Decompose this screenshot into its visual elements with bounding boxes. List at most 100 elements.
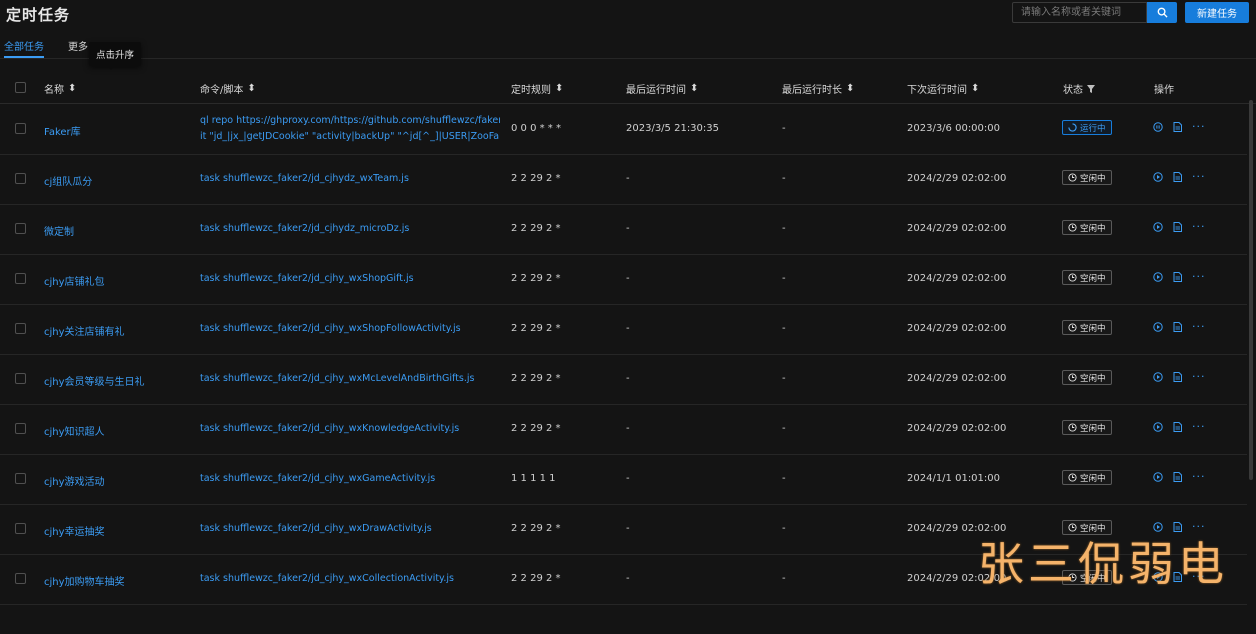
status-badge: 空闲中 — [1062, 420, 1112, 435]
run-icon[interactable] — [1153, 472, 1163, 482]
column-last-run[interactable]: 最后运行时间 ⬍ — [626, 81, 698, 96]
next-run-text: 2024/2/29 02:02:00 — [907, 323, 1007, 334]
log-icon[interactable] — [1173, 372, 1182, 382]
run-icon[interactable] — [1153, 172, 1163, 182]
command-text[interactable]: task shufflewzc_faker2/jd_cjhy_wxMcLevel… — [200, 373, 474, 384]
more-icon[interactable]: ··· — [1192, 221, 1206, 232]
clock-icon — [1068, 373, 1077, 382]
task-name-link[interactable]: cjhy幸运抽奖 — [44, 523, 105, 538]
search-button[interactable] — [1147, 2, 1177, 23]
last-duration-text: - — [782, 573, 786, 584]
log-icon[interactable] — [1173, 322, 1182, 332]
last-run-text: - — [626, 223, 630, 234]
task-name-link[interactable]: cjhy会员等级与生日礼 — [44, 373, 145, 388]
row-checkbox[interactable] — [15, 473, 26, 484]
filter-icon[interactable] — [1087, 84, 1095, 93]
status-badge: 运行中 — [1062, 120, 1112, 135]
more-icon[interactable]: ··· — [1192, 171, 1206, 182]
task-name-link[interactable]: cjhy店铺礼包 — [44, 273, 105, 288]
more-icon[interactable]: ··· — [1192, 271, 1206, 282]
row-checkbox[interactable] — [15, 323, 26, 334]
status-badge: 空闲中 — [1062, 370, 1112, 385]
run-icon[interactable] — [1153, 322, 1163, 332]
sort-icon: ⬍ — [555, 83, 564, 94]
last-run-text: - — [626, 523, 630, 534]
row-checkbox[interactable] — [15, 273, 26, 284]
log-icon[interactable] — [1173, 472, 1182, 482]
command-text[interactable]: task shufflewzc_faker2/jd_cjhydz_microDz… — [200, 223, 409, 234]
row-checkbox[interactable] — [15, 423, 26, 434]
last-run-text: - — [626, 473, 630, 484]
table-row: Faker库 ql repo https://ghproxy.com/https… — [0, 104, 1247, 155]
log-icon[interactable] — [1173, 172, 1182, 182]
new-task-button[interactable]: 新建任务 — [1185, 2, 1249, 23]
status-badge: 空闲中 — [1062, 270, 1112, 285]
run-icon[interactable] — [1153, 272, 1163, 282]
tab-all-tasks[interactable]: 全部任务 — [4, 38, 44, 53]
more-icon[interactable]: ··· — [1192, 421, 1206, 432]
command-text[interactable]: task shufflewzc_faker2/jd_cjhy_wxKnowled… — [200, 423, 459, 434]
row-checkbox[interactable] — [15, 573, 26, 584]
command-text[interactable]: task shufflewzc_faker2/jd_cjhy_wxCollect… — [200, 573, 454, 584]
next-run-text: 2024/2/29 02:02:00 — [907, 273, 1007, 284]
next-run-text: 2024/2/29 02:02:00 — [907, 373, 1007, 384]
task-name-link[interactable]: cjhy游戏活动 — [44, 473, 105, 488]
command-text[interactable]: task shufflewzc_faker2/jd_cjhy_wxShopGif… — [200, 273, 414, 284]
clock-icon — [1068, 323, 1077, 332]
column-command[interactable]: 命令/脚本 ⬍ — [200, 81, 256, 96]
run-icon[interactable] — [1153, 422, 1163, 432]
status-label: 运行中 — [1080, 123, 1106, 134]
table-header: 名称 ⬍ 命令/脚本 ⬍ 定时规则 ⬍ 最后运行时间 ⬍ 最后运行时长 ⬍ 下次运行时间 ⬍… — [0, 73, 1256, 104]
more-icon[interactable]: ··· — [1192, 371, 1206, 382]
row-actions: ··· — [1153, 221, 1206, 232]
sort-icon: ⬍ — [971, 83, 980, 94]
page-title: 定时任务 — [6, 6, 71, 24]
task-name-link[interactable]: cj组队瓜分 — [44, 173, 92, 188]
log-icon[interactable] — [1173, 122, 1182, 132]
column-schedule[interactable]: 定时规则 ⬍ — [511, 81, 563, 96]
column-next-run-label: 下次运行时间 — [907, 85, 967, 96]
command-text[interactable]: task shufflewzc_faker2/jd_cjhy_wxDrawAct… — [200, 523, 432, 534]
row-checkbox[interactable] — [15, 173, 26, 184]
column-last-duration[interactable]: 最后运行时长 ⬍ — [782, 81, 854, 96]
task-name-link[interactable]: Faker库 — [44, 123, 81, 138]
command-text[interactable]: task shufflewzc_faker2/jd_cjhydz_wxTeam.… — [200, 173, 409, 184]
row-checkbox[interactable] — [15, 373, 26, 384]
page-header: 定时任务 新建任务 — [0, 0, 1256, 30]
task-name-link[interactable]: cjhy关注店铺有礼 — [44, 323, 125, 338]
task-name-link[interactable]: cjhy加购物车抽奖 — [44, 573, 125, 588]
column-next-run[interactable]: 下次运行时间 ⬍ — [907, 81, 979, 96]
table-row: 微定制 task shufflewzc_faker2/jd_cjhydz_mic… — [0, 204, 1247, 255]
command-text[interactable]: task shufflewzc_faker2/jd_cjhy_wxShopFol… — [200, 323, 461, 334]
column-name[interactable]: 名称 ⬍ — [44, 81, 76, 96]
loading-icon — [1068, 123, 1077, 132]
row-checkbox[interactable] — [15, 223, 26, 234]
log-icon[interactable] — [1173, 422, 1182, 432]
search-input[interactable] — [1012, 2, 1147, 23]
clock-icon — [1068, 473, 1077, 482]
column-status[interactable]: 状态 — [1063, 81, 1095, 96]
run-icon[interactable] — [1153, 372, 1163, 382]
stop-icon[interactable] — [1153, 122, 1163, 132]
last-run-text: - — [626, 423, 630, 434]
command-text[interactable]: task shufflewzc_faker2/jd_cjhy_wxGameAct… — [200, 473, 435, 484]
select-all-checkbox[interactable] — [15, 82, 26, 93]
more-icon[interactable]: ··· — [1192, 321, 1206, 332]
more-icon[interactable]: ··· — [1192, 471, 1206, 482]
row-checkbox[interactable] — [15, 523, 26, 534]
command-text[interactable]: ql repo https://ghproxy.com/https://gith… — [200, 113, 500, 145]
log-icon[interactable] — [1173, 222, 1182, 232]
task-name-link[interactable]: cjhy知识超人 — [44, 423, 105, 438]
row-actions: ··· — [1153, 421, 1206, 432]
schedule-text: 2 2 29 2 * — [511, 523, 561, 534]
status-label: 空闲中 — [1080, 373, 1106, 384]
tab-more[interactable]: 更多 — [68, 38, 88, 53]
last-duration-text: - — [782, 273, 786, 284]
more-icon[interactable]: ··· — [1192, 121, 1206, 132]
scrollbar-thumb[interactable] — [1249, 100, 1253, 480]
row-checkbox[interactable] — [15, 123, 26, 134]
log-icon[interactable] — [1173, 272, 1182, 282]
task-name-link[interactable]: 微定制 — [44, 223, 74, 238]
last-run-text: - — [626, 373, 630, 384]
run-icon[interactable] — [1153, 222, 1163, 232]
